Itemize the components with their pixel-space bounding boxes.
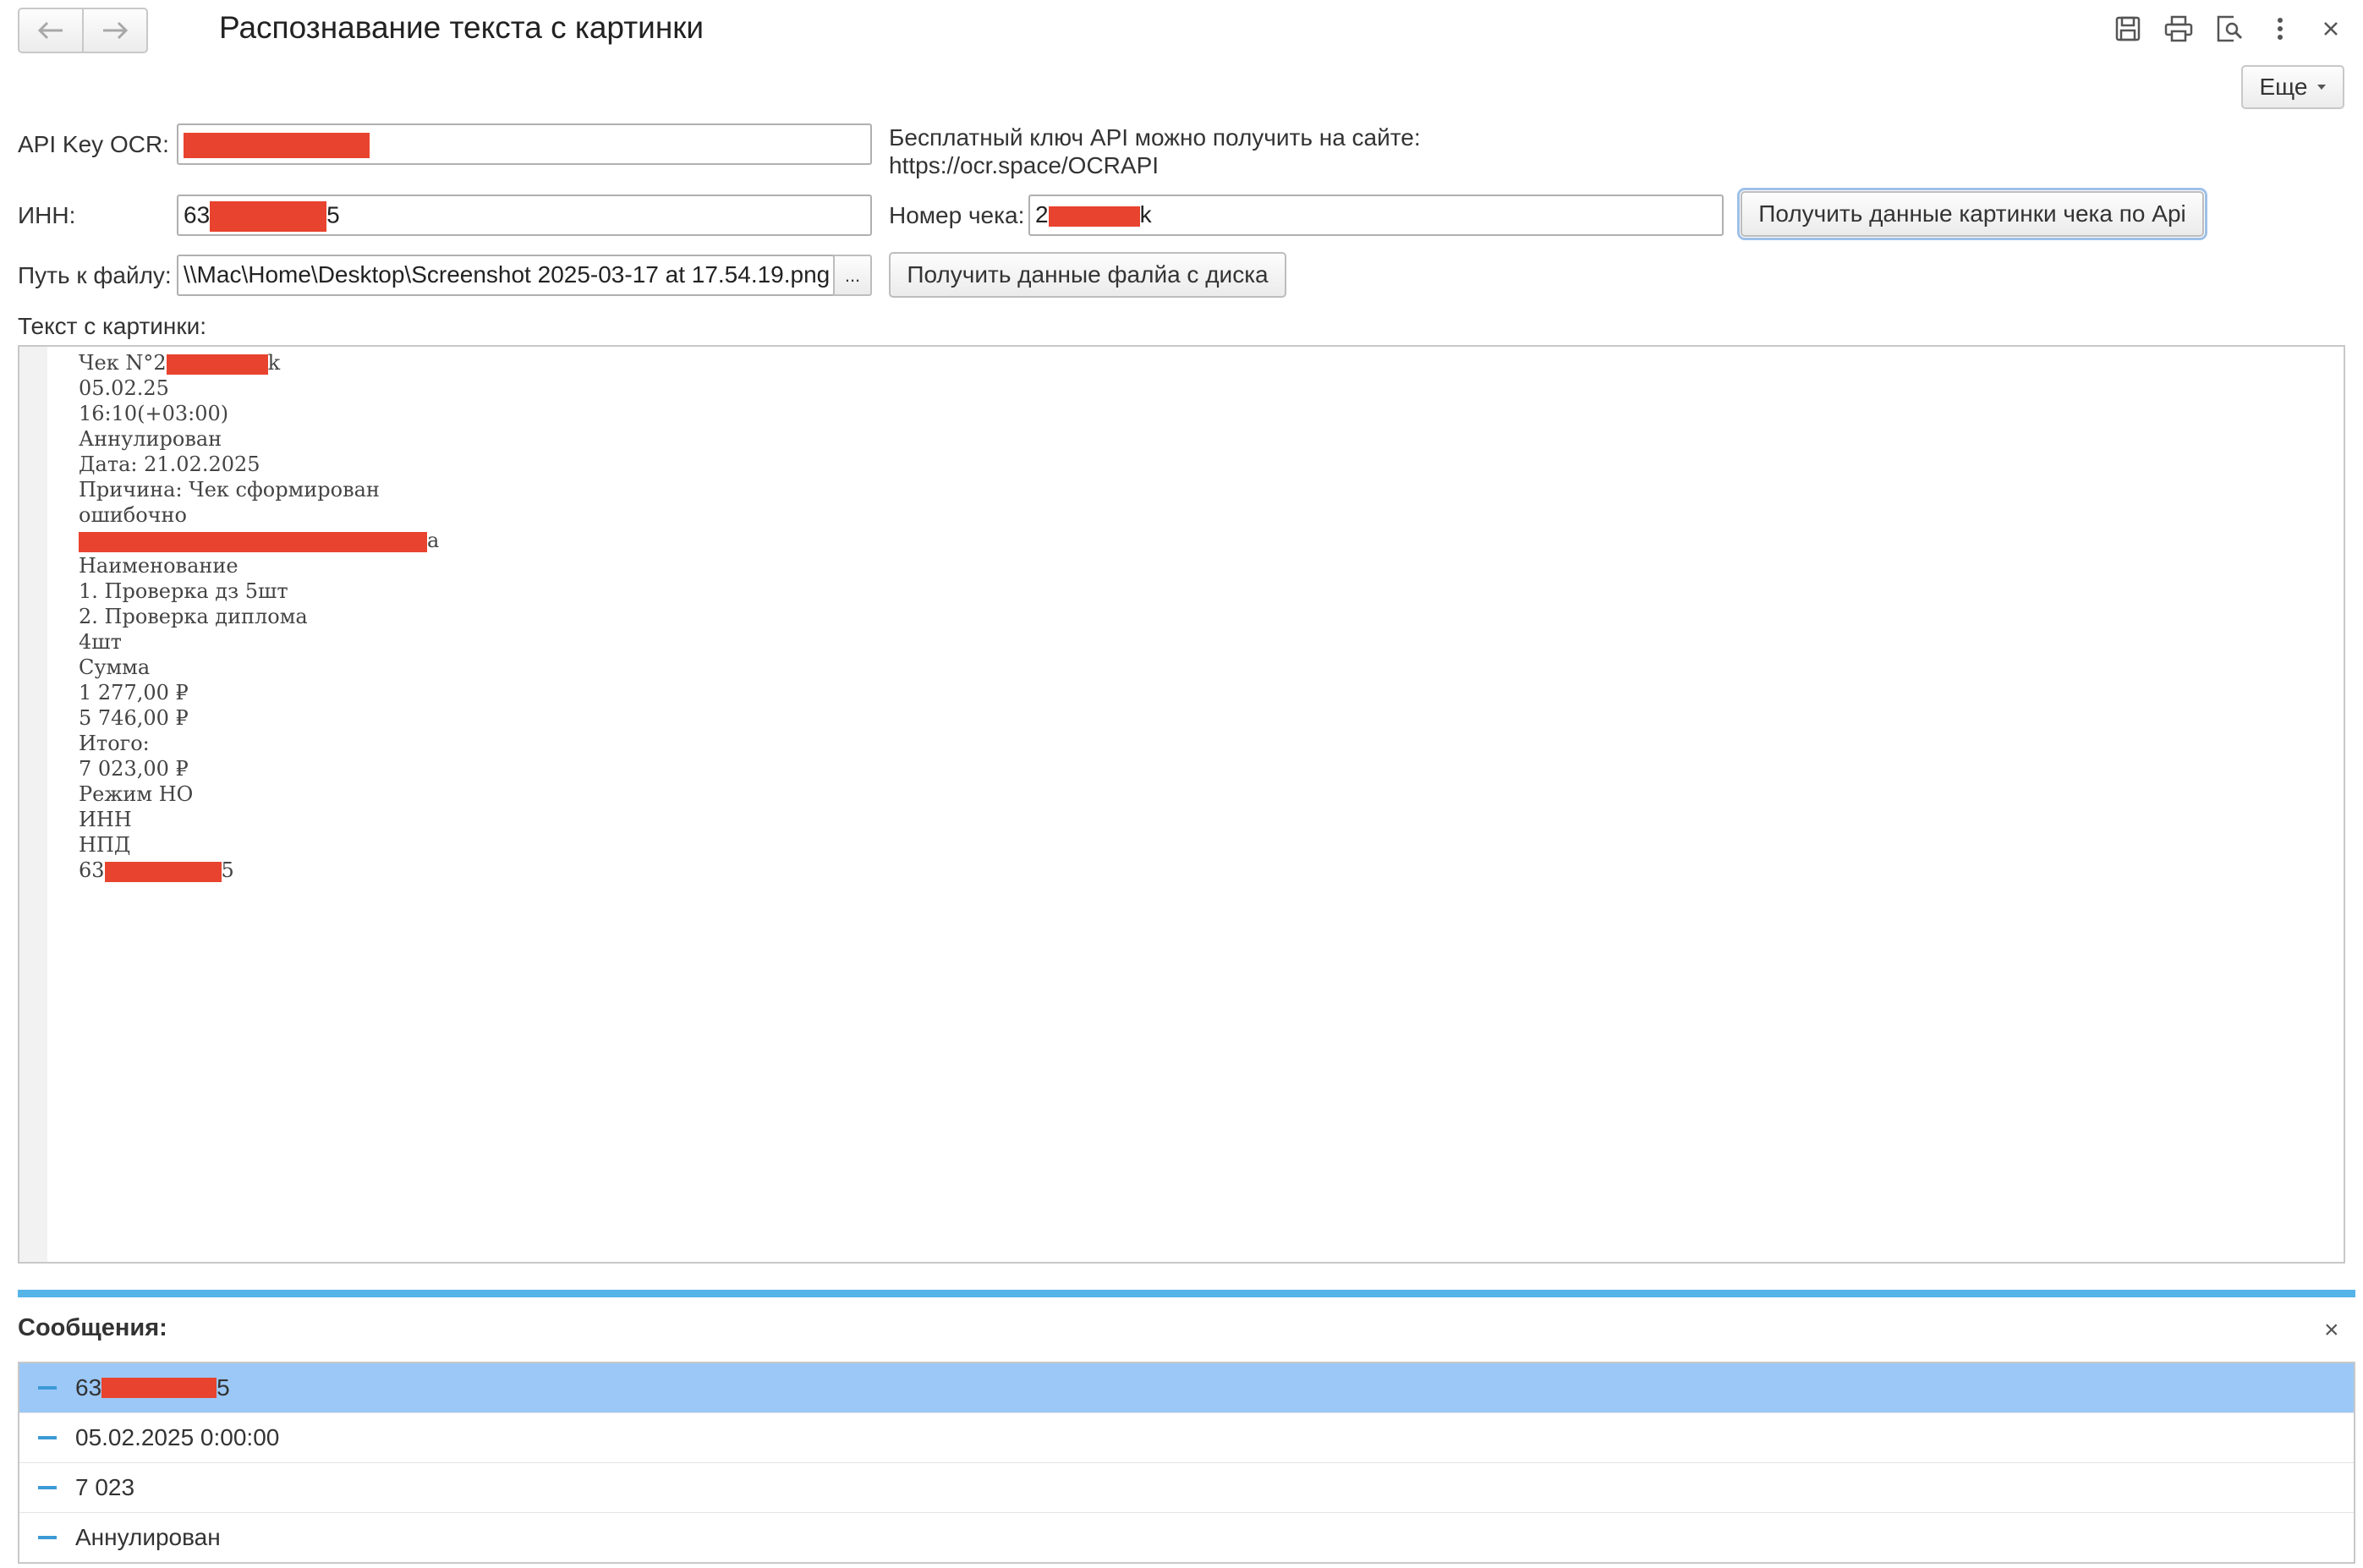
- dash-icon: [38, 1536, 57, 1539]
- inn-label: ИНН:: [18, 202, 76, 228]
- get-disk-data-button[interactable]: Получить данные фалйа с диска: [889, 252, 1286, 298]
- ocr-line: 16:10(+03:00): [79, 402, 229, 425]
- messages-title: Сообщения:: [18, 1314, 167, 1341]
- ocr-line: Причина: Чек сформирован: [79, 478, 380, 502]
- ocr-line: Итого:: [79, 732, 150, 755]
- ocr-line: ИНН: [79, 808, 132, 831]
- more-button-label: Еще: [2259, 74, 2308, 100]
- ocr-line: 05.02.25: [79, 376, 169, 400]
- path-label: Путь к файлу:: [18, 262, 172, 288]
- message-text: 7 023: [75, 1474, 135, 1500]
- ocr-line: 4шт: [79, 630, 122, 654]
- message-text: Аннулирован: [75, 1524, 221, 1550]
- ocr-line: НПД: [79, 833, 131, 857]
- ocr-line: Режим НО: [79, 782, 194, 806]
- print-icon[interactable]: [2162, 12, 2196, 46]
- ocr-line-redacted: a: [79, 528, 439, 553]
- ocr-redacted-suffix: a: [427, 529, 440, 552]
- close-icon[interactable]: [2314, 12, 2348, 46]
- receipt-value-start: 2: [1035, 201, 1049, 228]
- message-inn-suffix: 5: [217, 1374, 230, 1401]
- textarea-gutter: [19, 347, 47, 1262]
- dash-icon: [38, 1386, 57, 1390]
- arrow-right-icon: [103, 21, 129, 40]
- more-button[interactable]: Еще: [2241, 65, 2344, 109]
- page-title: Распознавание текста с картинки: [219, 10, 705, 45]
- redaction-bar: [166, 354, 268, 375]
- ocr-text-label: Текст с картинки:: [18, 313, 207, 339]
- redaction-bar: [104, 861, 222, 882]
- dash-icon: [38, 1436, 57, 1439]
- ocr-receipt-prefix: Чек N°2: [79, 351, 167, 375]
- redaction-bar: [101, 1378, 217, 1398]
- arrow-left-icon: [37, 21, 63, 40]
- ocr-line: 1. Проверка дз 5шт: [79, 579, 288, 603]
- messages-close-icon[interactable]: ×: [2324, 1316, 2339, 1345]
- ocr-line: Наименование: [79, 554, 238, 578]
- api-key-input[interactable]: [177, 123, 872, 165]
- ocr-line: Аннулирован: [79, 427, 222, 451]
- ocr-line: Сумма: [79, 655, 151, 679]
- api-key-label: API Key OCR:: [18, 131, 169, 157]
- inn-value-end: 5: [326, 201, 340, 228]
- message-inn-prefix: 63: [75, 1374, 102, 1401]
- message-item[interactable]: 7 023: [19, 1463, 2354, 1513]
- message-item[interactable]: 63 5: [19, 1363, 2354, 1413]
- back-button[interactable]: [19, 9, 82, 52]
- ocr-line-receipt-number: Чек N°2 k: [79, 350, 439, 376]
- messages-list: 63 5 05.02.2025 0:00:00 7 023 Аннулирован: [18, 1362, 2355, 1564]
- ocr-receipt-suffix: k: [267, 351, 281, 375]
- redaction-bar: [79, 531, 427, 552]
- ocr-line: 5 746,00 ₽: [79, 706, 189, 730]
- ocr-line: 1 277,00 ₽: [79, 681, 189, 705]
- panel-splitter[interactable]: [18, 1290, 2355, 1297]
- chevron-down-icon: [2317, 85, 2327, 90]
- redaction-bar: [1048, 206, 1140, 227]
- redaction-bar: [184, 132, 370, 158]
- nav-buttons: [18, 8, 148, 53]
- file-path-input[interactable]: \\Mac\Home\Desktop\Screenshot 2025-03-17…: [177, 255, 835, 296]
- ocr-text-content: Чек N°2 k 05.02.25 16:10(+03:00) Аннулиро…: [79, 350, 439, 883]
- browse-button[interactable]: ...: [833, 255, 872, 296]
- message-text: 05.02.2025 0:00:00: [75, 1424, 280, 1450]
- receipt-value-end: k: [1139, 201, 1152, 228]
- receipt-label: Номер чека:: [889, 202, 1025, 228]
- preview-icon[interactable]: [2212, 12, 2246, 46]
- redaction-bar: [210, 201, 327, 232]
- ocr-line: 2. Проверка диплома: [79, 605, 308, 628]
- ocr-inn-prefix: 63: [79, 858, 105, 882]
- message-item[interactable]: 05.02.2025 0:00:00: [19, 1413, 2354, 1463]
- ocr-inn-suffix: 5: [221, 858, 234, 882]
- api-hint-link[interactable]: https://ocr.space/OCRAPI: [889, 152, 1159, 179]
- ocr-line-inn: 63 5: [79, 858, 439, 883]
- more-vertical-icon[interactable]: [2263, 12, 2297, 46]
- ocr-text-area[interactable]: Чек N°2 k 05.02.25 16:10(+03:00) Аннулиро…: [18, 345, 2345, 1264]
- ocr-line: ошибочно: [79, 503, 187, 527]
- inn-value-start: 63: [184, 201, 211, 228]
- message-item[interactable]: Аннулирован: [19, 1513, 2354, 1562]
- dash-icon: [38, 1486, 57, 1489]
- forward-button[interactable]: [82, 9, 146, 52]
- ocr-line: Дата: 21.02.2025: [79, 452, 260, 476]
- get-api-data-button[interactable]: Получить данные картинки чека по Api: [1737, 188, 2207, 240]
- receipt-number-input[interactable]: 2k: [1028, 195, 1724, 236]
- ocr-line: 7 023,00 ₽: [79, 757, 189, 781]
- inn-input[interactable]: 63 5: [177, 195, 872, 236]
- api-hint-line1: Бесплатный ключ API можно получить на са…: [889, 124, 1421, 151]
- save-icon[interactable]: [2111, 12, 2145, 46]
